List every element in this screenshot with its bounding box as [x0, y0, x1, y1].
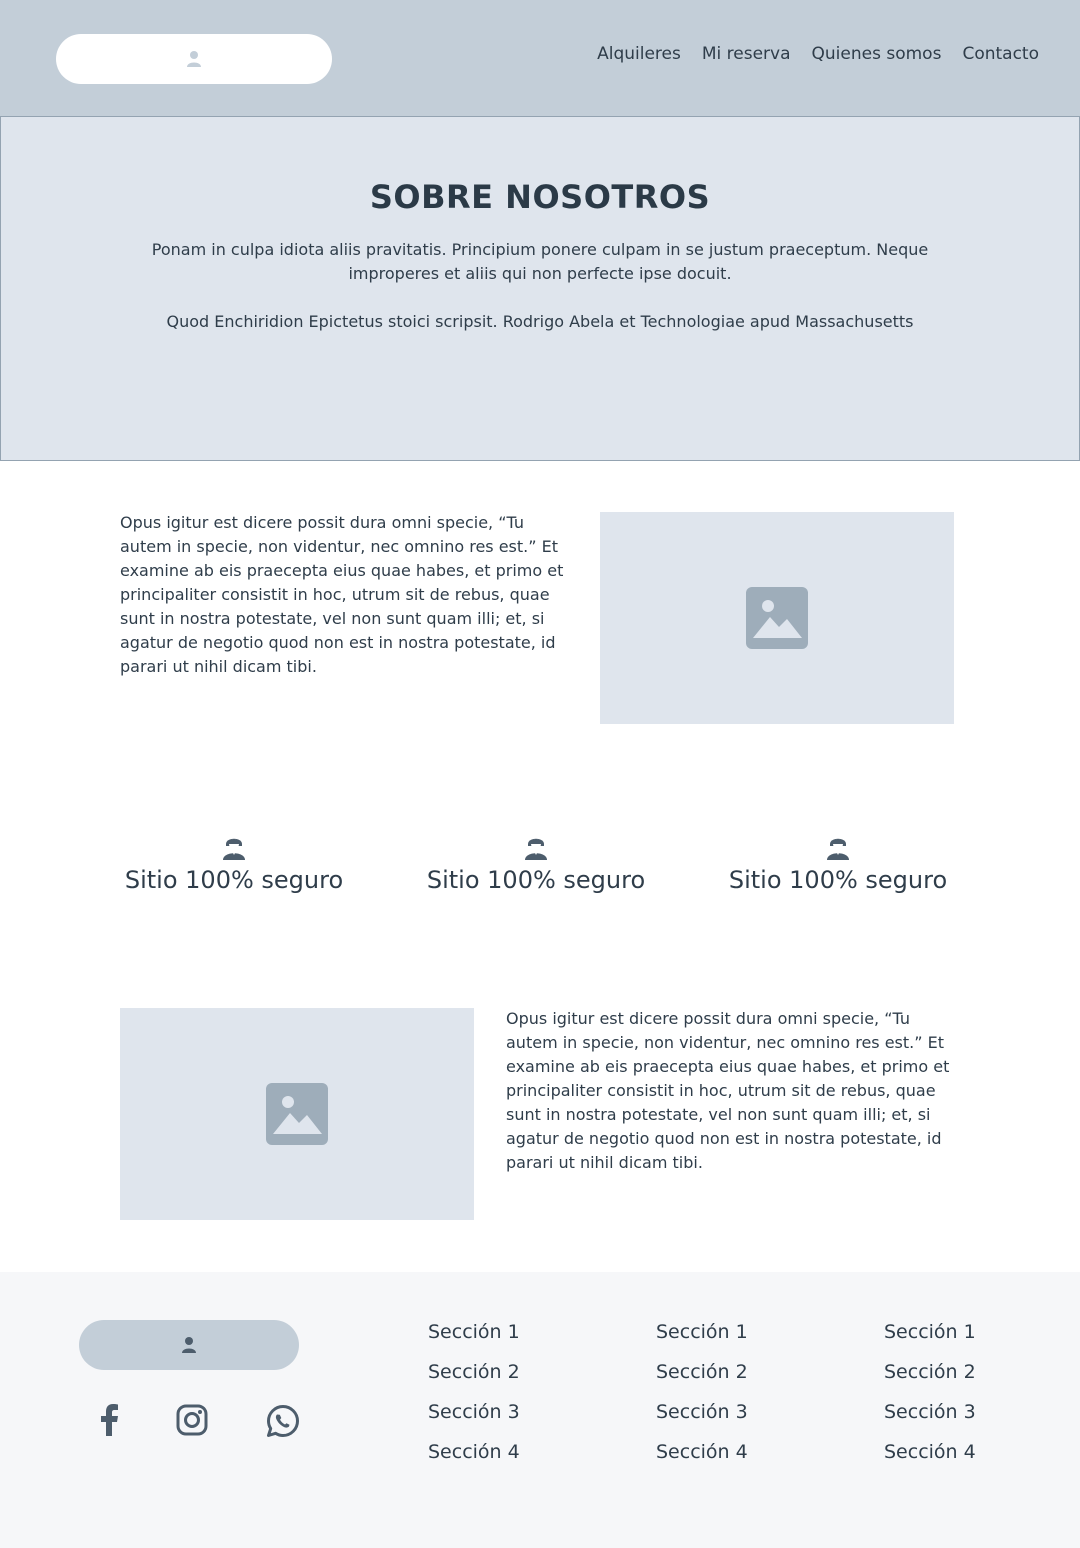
nav-link-alquileres[interactable]: Alquileres — [597, 44, 681, 64]
nav-link-contacto[interactable]: Contacto — [962, 44, 1039, 64]
feature-secure-2: Sitio 100% seguro — [416, 834, 656, 894]
nav-link-mi-reserva[interactable]: Mi reserva — [702, 44, 791, 64]
footer-link[interactable]: Sección 3 — [428, 1392, 520, 1432]
footer-link[interactable]: Sección 2 — [656, 1352, 748, 1392]
feature-label: Sitio 100% seguro — [728, 866, 948, 894]
site-header: Alquileres Mi reserva Quienes somos Cont… — [0, 0, 1080, 116]
hero-paragraph-2: Quod Enchiridion Epictetus stoici scrips… — [166, 312, 914, 331]
footer-link[interactable]: Sección 2 — [884, 1352, 976, 1392]
feature-label: Sitio 100% seguro — [124, 866, 344, 894]
footer-link[interactable]: Sección 1 — [428, 1312, 520, 1352]
feature-label: Sitio 100% seguro — [426, 866, 646, 894]
footer-link[interactable]: Sección 4 — [428, 1432, 520, 1472]
image-icon — [746, 587, 808, 649]
user-icon — [187, 51, 201, 67]
footer-link[interactable]: Sección 3 — [884, 1392, 976, 1432]
user-icon — [182, 1337, 196, 1353]
person-icon — [223, 838, 245, 860]
feature-secure-3: Sitio 100% seguro — [718, 834, 958, 894]
section2-paragraph: Opus igitur est dicere possit dura omni … — [506, 1009, 950, 1172]
facebook-icon[interactable] — [98, 1404, 120, 1440]
footer-column-3: Sección 1 Sección 2 Sección 3 Sección 4 — [884, 1321, 976, 1482]
section1-paragraph: Opus igitur est dicere possit dura omni … — [120, 513, 564, 676]
footer-link[interactable]: Sección 4 — [656, 1432, 748, 1472]
person-icon — [827, 838, 849, 860]
hero-paragraph: Ponam in culpa idiota aliis pravitatis. … — [151, 240, 929, 283]
footer-link[interactable]: Sección 1 — [884, 1312, 976, 1352]
site-footer: Sección 1 Sección 2 Sección 3 Sección 4 … — [0, 1272, 1080, 1548]
footer-link[interactable]: Sección 4 — [884, 1432, 976, 1472]
footer-link[interactable]: Sección 2 — [428, 1352, 520, 1392]
footer-column-1: Sección 1 Sección 2 Sección 3 Sección 4 — [428, 1321, 520, 1482]
footer-link[interactable]: Sección 3 — [656, 1392, 748, 1432]
image-placeholder-2 — [120, 1008, 474, 1220]
instagram-icon[interactable] — [176, 1404, 208, 1440]
logo-placeholder[interactable] — [56, 34, 332, 84]
nav-link-quienes-somos[interactable]: Quienes somos — [812, 44, 942, 64]
whatsapp-icon[interactable] — [266, 1404, 300, 1442]
footer-link[interactable]: Sección 1 — [656, 1312, 748, 1352]
person-icon — [525, 838, 547, 860]
page-title: SOBRE NOSOTROS — [369, 178, 711, 216]
image-placeholder-1 — [600, 512, 954, 724]
main-nav: Alquileres Mi reserva Quienes somos Cont… — [597, 44, 1039, 64]
image-icon — [266, 1083, 328, 1145]
about-hero: SOBRE NOSOTROS Ponam in culpa idiota ali… — [0, 116, 1080, 461]
footer-logo-placeholder[interactable] — [79, 1320, 299, 1370]
feature-secure-1: Sitio 100% seguro — [114, 834, 354, 894]
footer-column-2: Sección 1 Sección 2 Sección 3 Sección 4 — [656, 1321, 748, 1482]
